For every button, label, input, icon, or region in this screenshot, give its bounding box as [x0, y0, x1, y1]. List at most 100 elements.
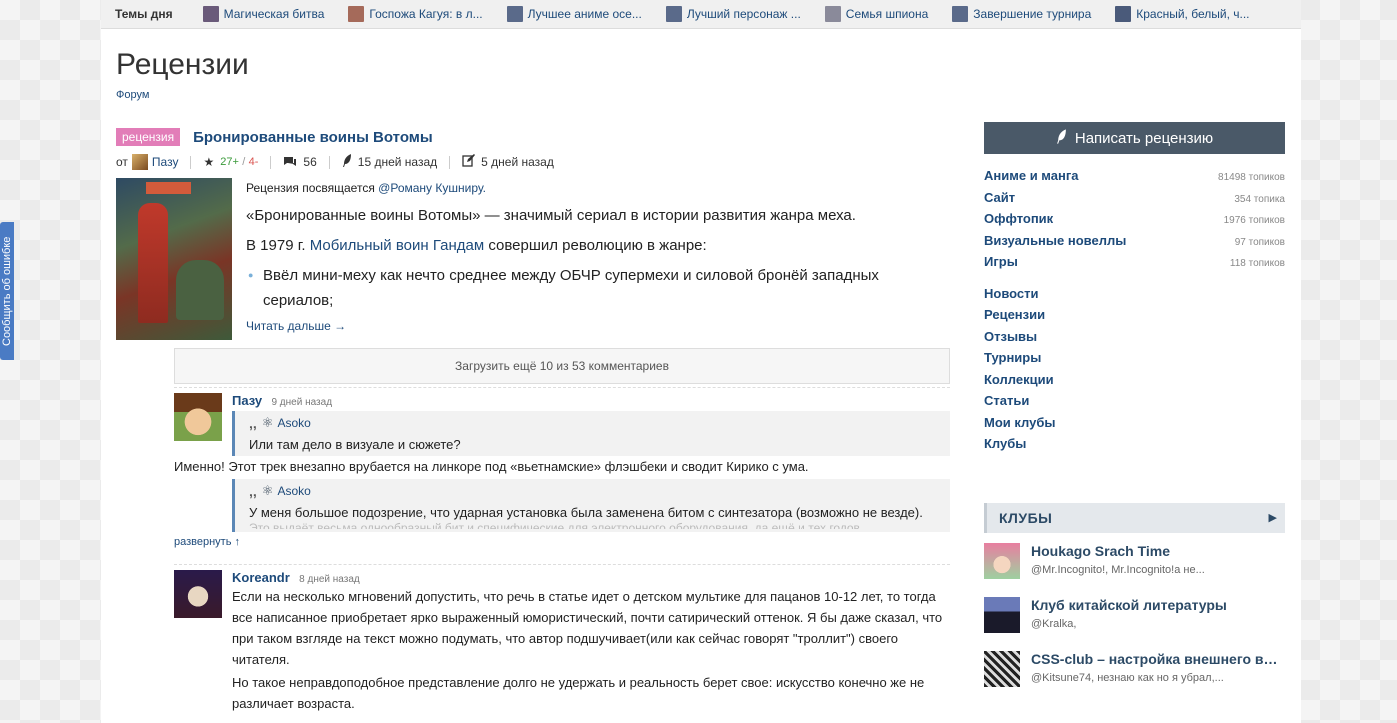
section-link-collections[interactable]: Коллекции: [984, 372, 1285, 394]
topic-thumbnail: [506, 6, 523, 22]
forum-count: 81498 топиков: [1218, 172, 1285, 183]
club-item[interactable]: CSS-club – настройка внешнего вида @Kits…: [984, 650, 1285, 695]
author-link[interactable]: Пазу: [152, 155, 179, 169]
section-link-news[interactable]: Новости: [984, 286, 1285, 308]
comment-author[interactable]: Пазу: [232, 393, 262, 408]
forum-link[interactable]: Оффтопик: [984, 211, 1053, 226]
quote-author[interactable]: Asoko: [277, 416, 310, 430]
topic-thumbnail: [202, 6, 219, 22]
quote-header: ‚‚ ⚛ Asoko: [249, 483, 950, 499]
club-members: @Kitsune74, незнаю как но я убрал,...: [1031, 671, 1224, 684]
comment-text: Но такое неправдоподобное представление …: [232, 675, 925, 711]
quote-block: ‚‚ ⚛ Asoko У меня большое подозрение, чт…: [232, 479, 950, 532]
paragraph-text: совершил революцию в жанре:: [488, 237, 707, 254]
load-more-comments-button[interactable]: Загрузить ещё 10 из 53 комментариев: [174, 348, 950, 384]
topic-link[interactable]: Лучшее аниме осе...: [506, 6, 642, 22]
topic-link[interactable]: Завершение турнира: [952, 6, 1091, 22]
topics-of-day-bar: Темы дня Магическая битва Госпожа Кагуя:…: [101, 0, 1301, 29]
forum-count: 118 топиков: [1229, 258, 1285, 269]
dedication: Рецензия посвящается @Роману Кушниру.: [246, 179, 946, 197]
commenter-avatar[interactable]: [174, 393, 222, 441]
quote-text: У меня большое подозрение, что ударная у…: [249, 505, 923, 520]
section-link-feedback[interactable]: Отзывы: [984, 329, 1285, 351]
topic-link[interactable]: Красный, белый, ч...: [1115, 6, 1250, 22]
section-link-clubs[interactable]: Клубы: [984, 436, 1285, 458]
topic-label: Семья шпиона: [845, 7, 929, 21]
club-name: Клуб китайской литературы: [1031, 596, 1227, 613]
page-title: Рецензии: [116, 48, 249, 81]
write-review-label: Написать рецензию: [1074, 129, 1214, 147]
chevron-right-icon: ▶: [1268, 512, 1277, 524]
club-name: Houkago Srach Time: [1031, 542, 1171, 559]
topic-label: Лучший персонаж ...: [686, 7, 801, 21]
quote-author[interactable]: Asoko: [277, 484, 310, 498]
forum-link[interactable]: Визуальные новеллы: [984, 233, 1126, 248]
comment-header: Koreandr 8 дней назад: [232, 570, 950, 585]
club-item[interactable]: Houkago Srach Time @Mr.Incognito!, Mr.In…: [984, 542, 1285, 587]
club-avatar: [984, 650, 1020, 687]
edit-icon: [462, 154, 476, 170]
poster-mech: [176, 260, 224, 320]
post-body: Рецензия посвящается @Роману Кушниру. «Б…: [116, 178, 950, 340]
comments-icon: [283, 155, 297, 170]
topic-label: Госпожа Кагуя: в л...: [369, 7, 483, 21]
clubs-header[interactable]: КЛУБЫ ▶: [984, 502, 1285, 533]
topic-link[interactable]: Семья шпиона: [824, 6, 929, 22]
page: Темы дня Магическая битва Госпожа Кагуя:…: [101, 0, 1301, 723]
section-link-articles[interactable]: Статьи: [984, 393, 1285, 415]
expand-link[interactable]: развернуть ↑: [174, 536, 950, 548]
topic-link[interactable]: Магическая битва: [202, 6, 324, 22]
club-avatar: [984, 542, 1020, 579]
section-link-reviews[interactable]: Рецензии: [984, 307, 1285, 329]
read-more-link[interactable]: Читать дальше →: [246, 319, 946, 333]
forum-link[interactable]: Сайт: [984, 190, 1015, 205]
comment: Koreandr 8 дней назад Если на несколько …: [174, 565, 950, 714]
comment-header: Пазу 9 дней назад: [232, 393, 950, 408]
topic-link[interactable]: Госпожа Кагуя: в л...: [348, 6, 483, 22]
comment-author[interactable]: Koreandr: [232, 570, 290, 585]
forum-count: 1976 топиков: [1223, 215, 1285, 226]
comment-text: Если на несколько мгновений допустить, ч…: [232, 589, 943, 667]
write-review-button[interactable]: Написать рецензию: [984, 122, 1285, 154]
feedback-tab[interactable]: Сообщить об ошибке: [0, 222, 14, 360]
atom-icon: ⚛: [261, 483, 274, 498]
forum-link[interactable]: Игры: [984, 254, 1018, 269]
feather-icon: [342, 154, 352, 170]
by-label: от: [116, 155, 128, 169]
created-time: 15 дней назад: [357, 155, 438, 169]
topic-thumbnail: [665, 6, 682, 22]
club-name: CSS-club – настройка внешнего вида: [1031, 650, 1285, 667]
post-header: рецензия Бронированные воины Вотомы: [116, 125, 950, 149]
paragraph-text: В 1979 г.: [246, 237, 306, 254]
forum-item: Сайт 354 топика: [984, 190, 1285, 212]
dedication-mention-link[interactable]: @Роману Кушниру.: [378, 181, 486, 195]
commenter-avatar[interactable]: [174, 570, 222, 618]
forum-item: Аниме и манга 81498 топиков: [984, 168, 1285, 190]
topic-link[interactable]: Лучший персонаж ...: [665, 6, 801, 22]
forum-count: 354 топика: [1234, 193, 1285, 205]
forum-item: Визуальные новеллы 97 топиков: [984, 233, 1285, 255]
review-tag[interactable]: рецензия: [116, 128, 181, 146]
poster-image[interactable]: [116, 178, 232, 340]
topic-thumbnail: [348, 6, 365, 22]
score-separator: /: [242, 156, 246, 168]
comment-body: Пазу 9 дней назад ‚‚ ⚛ Asoko Или там дел…: [174, 393, 950, 548]
section-links: Новости Рецензии Отзывы Турниры Коллекци…: [984, 286, 1285, 458]
club-info: Клуб китайской литературы @Kralka,: [1031, 597, 1285, 641]
post-title[interactable]: Бронированные воины Вотомы: [193, 129, 433, 146]
divider: [270, 155, 272, 169]
forum-link[interactable]: Аниме и манга: [984, 168, 1078, 183]
gundam-link[interactable]: Мобильный воин Гандам: [310, 237, 484, 254]
comment-body: Koreandr 8 дней назад Если на несколько …: [232, 570, 950, 714]
feather-icon: [1056, 129, 1067, 147]
author-avatar[interactable]: [131, 154, 148, 170]
breadcrumb-forum[interactable]: Форум: [116, 89, 149, 101]
atom-icon: ⚛: [261, 415, 274, 430]
star-icon: ★: [203, 155, 215, 169]
club-item[interactable]: Клуб китайской литературы @Kralka,: [984, 596, 1285, 641]
section-link-tournaments[interactable]: Турниры: [984, 350, 1285, 372]
bullet-list: Ввёл мини-меху как нечто среднее между О…: [246, 263, 946, 313]
club-members: @Mr.Incognito!, Mr.Incognito!а не...: [1031, 563, 1205, 576]
section-link-my-clubs[interactable]: Мои клубы: [984, 415, 1285, 437]
quote-block: ‚‚ ⚛ Asoko Или там дело в визуале и сюже…: [232, 411, 950, 456]
